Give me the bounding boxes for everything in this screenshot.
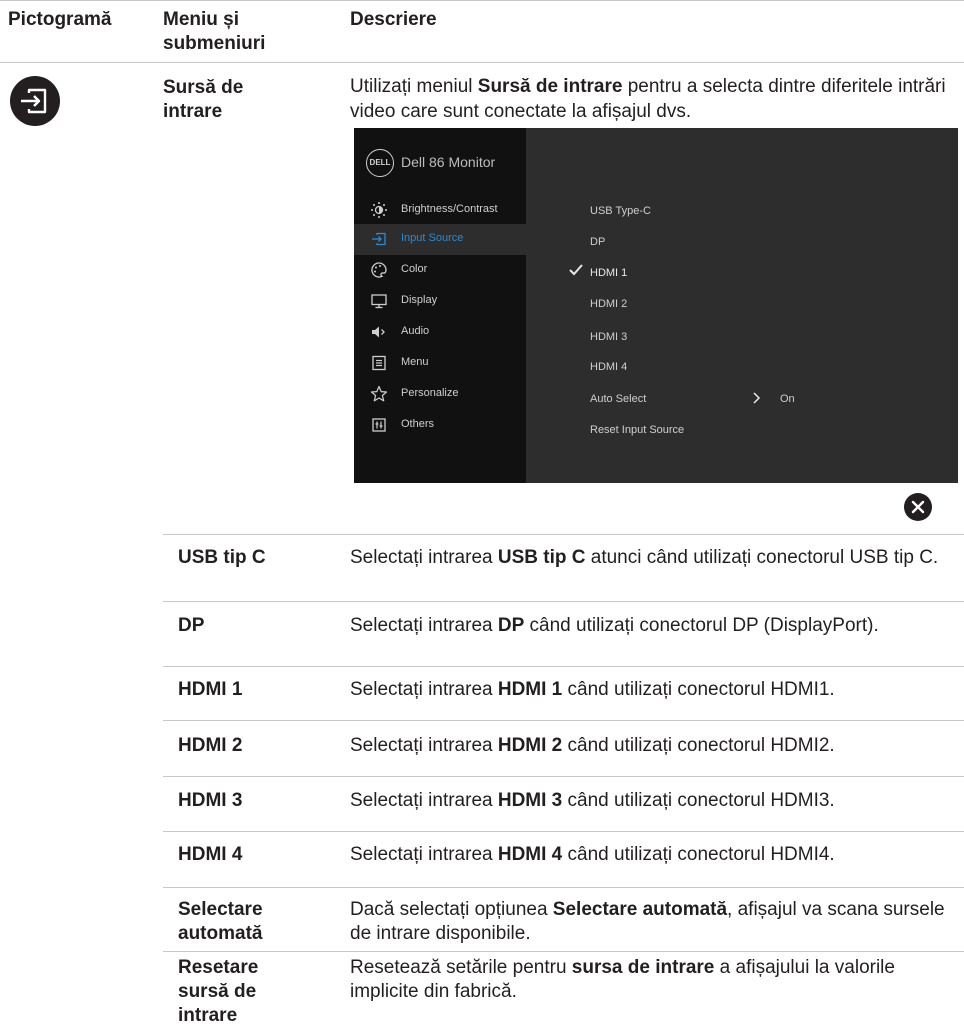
osd-menu-label: Display bbox=[401, 294, 438, 306]
row-divider bbox=[163, 951, 964, 952]
others-icon bbox=[372, 418, 386, 432]
osd-menu-brightness[interactable]: Brightness/Contrast bbox=[354, 195, 526, 226]
osd-option-hdmi-2[interactable]: HDMI 2 bbox=[590, 298, 627, 310]
osd-option-hdmi-4[interactable]: HDMI 4 bbox=[590, 361, 627, 373]
row-label-auto-select: Selectare automată bbox=[178, 899, 263, 944]
input-source-icon bbox=[372, 232, 386, 246]
check-icon bbox=[569, 264, 583, 276]
monitor-icon bbox=[371, 294, 387, 309]
header-description: Descriere bbox=[350, 9, 437, 30]
row-label-dp: DP bbox=[178, 615, 205, 636]
input-source-icon bbox=[10, 76, 60, 126]
osd-menu-audio[interactable]: Audio bbox=[354, 317, 526, 348]
osd-menu-label: Others bbox=[401, 418, 435, 430]
menu-list-icon bbox=[372, 355, 386, 371]
speaker-icon bbox=[372, 326, 385, 338]
dell-logo: DELL bbox=[366, 149, 394, 177]
header-rule bbox=[0, 62, 964, 63]
chevron-right-icon bbox=[753, 392, 761, 404]
row-divider bbox=[163, 601, 964, 602]
osd-menu-color[interactable]: Color bbox=[354, 255, 526, 286]
osd-option-dp[interactable]: DP bbox=[590, 236, 605, 248]
osd-option-reset-input-source[interactable]: Reset Input Source bbox=[590, 424, 684, 436]
row-desc-hdmi-4: Selectați intrarea HDMI 4 când utilizați… bbox=[350, 844, 835, 865]
osd-menu-menu[interactable]: Menu bbox=[354, 348, 526, 379]
osd-header: DELL Dell 86 Monitor bbox=[354, 128, 958, 193]
osd-option-usb-type-c[interactable]: USB Type-C bbox=[590, 205, 651, 217]
osd-option-hdmi-3[interactable]: HDMI 3 bbox=[590, 331, 627, 343]
row-label-hdmi-2: HDMI 2 bbox=[178, 735, 243, 756]
osd-menu-label: Brightness/Contrast bbox=[401, 203, 498, 215]
row-divider bbox=[163, 666, 964, 667]
osd-menu-label: Menu bbox=[401, 356, 429, 368]
osd-menu-display[interactable]: Display bbox=[354, 286, 526, 317]
row-label-hdmi-4: HDMI 4 bbox=[178, 844, 243, 865]
osd-menu-label: Input Source bbox=[401, 232, 464, 244]
palette-icon bbox=[371, 262, 387, 278]
row-divider bbox=[163, 831, 964, 832]
row-desc-usb-tip-c: Selectați intrarea USB tip C atunci când… bbox=[350, 547, 939, 568]
header-icon: Pictogramă bbox=[8, 9, 112, 30]
row-desc-hdmi-3: Selectați intrarea HDMI 3 când utilizați… bbox=[350, 790, 835, 811]
row-divider bbox=[163, 776, 964, 777]
osd-screenshot: DELL Dell 86 Monitor Brightness/Contrast… bbox=[354, 128, 958, 483]
osd-menu-others[interactable]: Others bbox=[354, 410, 526, 441]
row-desc-reset-input-source: Resetează setările pentru sursa de intra… bbox=[350, 957, 895, 1002]
top-rule bbox=[0, 0, 964, 1]
header-menu: Meniu și submeniuri bbox=[163, 9, 266, 54]
osd-menu-personalize[interactable]: Personalize bbox=[354, 379, 526, 410]
row-desc-hdmi-2: Selectați intrarea HDMI 2 când utilizați… bbox=[350, 735, 835, 756]
osd-menu-label: Audio bbox=[401, 325, 430, 337]
brightness-icon bbox=[371, 202, 387, 218]
row-desc-auto-select: Dacă selectați opțiunea Selectare automa… bbox=[350, 899, 945, 944]
osd-menu-label: Color bbox=[401, 263, 428, 275]
row-label-hdmi-3: HDMI 3 bbox=[178, 790, 243, 811]
osd-title: Dell 86 Monitor bbox=[401, 154, 496, 170]
osd-option-auto-select[interactable]: Auto Select bbox=[590, 393, 646, 405]
star-icon bbox=[370, 385, 388, 402]
row-label-hdmi-1: HDMI 1 bbox=[178, 679, 243, 700]
row-label-usb-tip-c: USB tip C bbox=[178, 547, 266, 568]
row-desc-dp: Selectați intrarea DP când utilizați con… bbox=[350, 615, 879, 636]
row-label-reset-input-source: Resetare sursă de intrare bbox=[178, 957, 259, 1026]
row-desc-hdmi-1: Selectați intrarea HDMI 1 când utilizați… bbox=[350, 679, 835, 700]
osd-menu-label: Personalize bbox=[401, 387, 459, 399]
row-divider bbox=[163, 887, 964, 888]
section-intro: Utilizați meniul Sursă de intrare pentru… bbox=[350, 76, 946, 122]
row-divider bbox=[163, 720, 964, 721]
osd-option-hdmi-1[interactable]: HDMI 1 bbox=[590, 267, 627, 279]
osd-auto-select-value: On bbox=[780, 393, 795, 405]
section-name: Sursă de intrare bbox=[163, 77, 244, 122]
close-icon[interactable] bbox=[904, 493, 932, 521]
row-divider bbox=[163, 534, 964, 535]
osd-menu-input-source[interactable]: Input Source bbox=[354, 224, 526, 255]
